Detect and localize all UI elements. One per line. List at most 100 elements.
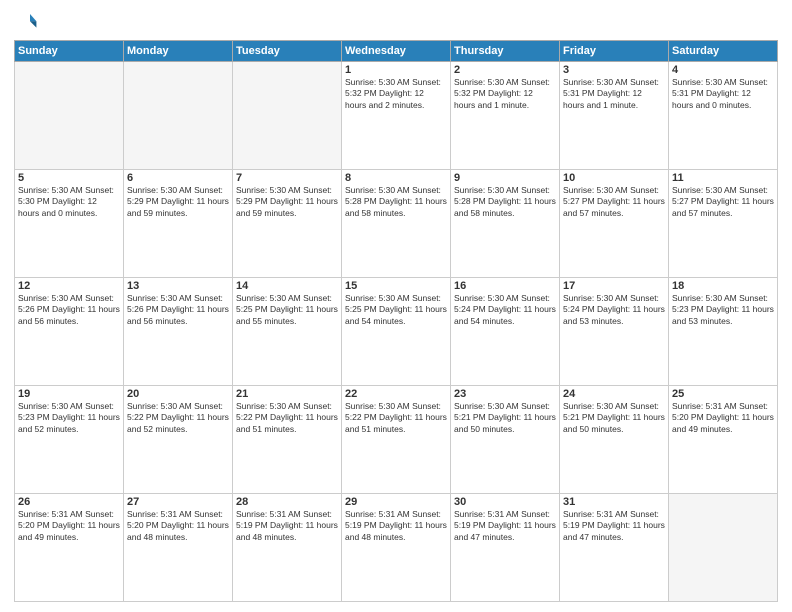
weekday-header: Thursday: [451, 41, 560, 62]
calendar-cell: 19Sunrise: 5:30 AM Sunset: 5:23 PM Dayli…: [15, 386, 124, 494]
day-info: Sunrise: 5:30 AM Sunset: 5:24 PM Dayligh…: [563, 293, 665, 327]
day-info: Sunrise: 5:31 AM Sunset: 5:19 PM Dayligh…: [563, 509, 665, 543]
day-info: Sunrise: 5:30 AM Sunset: 5:32 PM Dayligh…: [454, 77, 556, 111]
day-number: 26: [18, 496, 120, 508]
day-number: 17: [563, 280, 665, 292]
logo: [14, 10, 42, 34]
day-info: Sunrise: 5:30 AM Sunset: 5:29 PM Dayligh…: [127, 185, 229, 219]
day-info: Sunrise: 5:30 AM Sunset: 5:21 PM Dayligh…: [454, 401, 556, 435]
calendar-cell: 16Sunrise: 5:30 AM Sunset: 5:24 PM Dayli…: [451, 278, 560, 386]
day-info: Sunrise: 5:30 AM Sunset: 5:27 PM Dayligh…: [563, 185, 665, 219]
day-number: 12: [18, 280, 120, 292]
day-number: 14: [236, 280, 338, 292]
day-info: Sunrise: 5:30 AM Sunset: 5:22 PM Dayligh…: [127, 401, 229, 435]
calendar-cell: 18Sunrise: 5:30 AM Sunset: 5:23 PM Dayli…: [669, 278, 778, 386]
calendar-cell: 7Sunrise: 5:30 AM Sunset: 5:29 PM Daylig…: [233, 170, 342, 278]
day-info: Sunrise: 5:30 AM Sunset: 5:27 PM Dayligh…: [672, 185, 774, 219]
calendar-cell: 6Sunrise: 5:30 AM Sunset: 5:29 PM Daylig…: [124, 170, 233, 278]
calendar-cell: 30Sunrise: 5:31 AM Sunset: 5:19 PM Dayli…: [451, 494, 560, 602]
day-info: Sunrise: 5:30 AM Sunset: 5:23 PM Dayligh…: [18, 401, 120, 435]
calendar-cell: 1Sunrise: 5:30 AM Sunset: 5:32 PM Daylig…: [342, 62, 451, 170]
calendar-cell: 29Sunrise: 5:31 AM Sunset: 5:19 PM Dayli…: [342, 494, 451, 602]
day-number: 6: [127, 172, 229, 184]
calendar-cell: [124, 62, 233, 170]
day-number: 20: [127, 388, 229, 400]
calendar-cell: 31Sunrise: 5:31 AM Sunset: 5:19 PM Dayli…: [560, 494, 669, 602]
day-info: Sunrise: 5:30 AM Sunset: 5:23 PM Dayligh…: [672, 293, 774, 327]
day-number: 1: [345, 64, 447, 76]
calendar-cell: 23Sunrise: 5:30 AM Sunset: 5:21 PM Dayli…: [451, 386, 560, 494]
day-info: Sunrise: 5:31 AM Sunset: 5:20 PM Dayligh…: [18, 509, 120, 543]
day-info: Sunrise: 5:31 AM Sunset: 5:19 PM Dayligh…: [345, 509, 447, 543]
day-info: Sunrise: 5:30 AM Sunset: 5:21 PM Dayligh…: [563, 401, 665, 435]
calendar-cell: 9Sunrise: 5:30 AM Sunset: 5:28 PM Daylig…: [451, 170, 560, 278]
day-number: 9: [454, 172, 556, 184]
day-number: 8: [345, 172, 447, 184]
day-number: 13: [127, 280, 229, 292]
day-number: 4: [672, 64, 774, 76]
day-info: Sunrise: 5:31 AM Sunset: 5:19 PM Dayligh…: [236, 509, 338, 543]
calendar-cell: 8Sunrise: 5:30 AM Sunset: 5:28 PM Daylig…: [342, 170, 451, 278]
day-info: Sunrise: 5:30 AM Sunset: 5:28 PM Dayligh…: [345, 185, 447, 219]
day-info: Sunrise: 5:30 AM Sunset: 5:25 PM Dayligh…: [345, 293, 447, 327]
day-info: Sunrise: 5:30 AM Sunset: 5:22 PM Dayligh…: [345, 401, 447, 435]
day-number: 31: [563, 496, 665, 508]
calendar-cell: 2Sunrise: 5:30 AM Sunset: 5:32 PM Daylig…: [451, 62, 560, 170]
calendar-cell: 24Sunrise: 5:30 AM Sunset: 5:21 PM Dayli…: [560, 386, 669, 494]
day-number: 23: [454, 388, 556, 400]
day-info: Sunrise: 5:31 AM Sunset: 5:20 PM Dayligh…: [672, 401, 774, 435]
logo-icon: [14, 10, 38, 34]
calendar-cell: 22Sunrise: 5:30 AM Sunset: 5:22 PM Dayli…: [342, 386, 451, 494]
weekday-header: Saturday: [669, 41, 778, 62]
calendar-cell: 20Sunrise: 5:30 AM Sunset: 5:22 PM Dayli…: [124, 386, 233, 494]
day-info: Sunrise: 5:30 AM Sunset: 5:32 PM Dayligh…: [345, 77, 447, 111]
weekday-header: Monday: [124, 41, 233, 62]
day-number: 7: [236, 172, 338, 184]
day-number: 19: [18, 388, 120, 400]
day-number: 30: [454, 496, 556, 508]
calendar-cell: 4Sunrise: 5:30 AM Sunset: 5:31 PM Daylig…: [669, 62, 778, 170]
calendar-cell: 3Sunrise: 5:30 AM Sunset: 5:31 PM Daylig…: [560, 62, 669, 170]
header: [14, 10, 778, 34]
weekday-header: Friday: [560, 41, 669, 62]
calendar-cell: 21Sunrise: 5:30 AM Sunset: 5:22 PM Dayli…: [233, 386, 342, 494]
day-number: 29: [345, 496, 447, 508]
day-info: Sunrise: 5:30 AM Sunset: 5:25 PM Dayligh…: [236, 293, 338, 327]
calendar-cell: 17Sunrise: 5:30 AM Sunset: 5:24 PM Dayli…: [560, 278, 669, 386]
calendar-cell: 12Sunrise: 5:30 AM Sunset: 5:26 PM Dayli…: [15, 278, 124, 386]
calendar-table: SundayMondayTuesdayWednesdayThursdayFrid…: [14, 40, 778, 602]
calendar-cell: 11Sunrise: 5:30 AM Sunset: 5:27 PM Dayli…: [669, 170, 778, 278]
weekday-header: Tuesday: [233, 41, 342, 62]
day-info: Sunrise: 5:30 AM Sunset: 5:31 PM Dayligh…: [563, 77, 665, 111]
calendar-cell: 26Sunrise: 5:31 AM Sunset: 5:20 PM Dayli…: [15, 494, 124, 602]
day-number: 27: [127, 496, 229, 508]
day-number: 11: [672, 172, 774, 184]
calendar-cell: 14Sunrise: 5:30 AM Sunset: 5:25 PM Dayli…: [233, 278, 342, 386]
day-info: Sunrise: 5:30 AM Sunset: 5:24 PM Dayligh…: [454, 293, 556, 327]
page: SundayMondayTuesdayWednesdayThursdayFrid…: [0, 0, 792, 612]
day-number: 22: [345, 388, 447, 400]
day-info: Sunrise: 5:30 AM Sunset: 5:26 PM Dayligh…: [18, 293, 120, 327]
day-info: Sunrise: 5:30 AM Sunset: 5:26 PM Dayligh…: [127, 293, 229, 327]
day-number: 28: [236, 496, 338, 508]
calendar-cell: 13Sunrise: 5:30 AM Sunset: 5:26 PM Dayli…: [124, 278, 233, 386]
calendar-cell: 25Sunrise: 5:31 AM Sunset: 5:20 PM Dayli…: [669, 386, 778, 494]
day-info: Sunrise: 5:30 AM Sunset: 5:31 PM Dayligh…: [672, 77, 774, 111]
day-number: 15: [345, 280, 447, 292]
day-number: 24: [563, 388, 665, 400]
calendar-cell: 27Sunrise: 5:31 AM Sunset: 5:20 PM Dayli…: [124, 494, 233, 602]
day-info: Sunrise: 5:31 AM Sunset: 5:19 PM Dayligh…: [454, 509, 556, 543]
day-number: 18: [672, 280, 774, 292]
calendar-cell: 5Sunrise: 5:30 AM Sunset: 5:30 PM Daylig…: [15, 170, 124, 278]
day-info: Sunrise: 5:31 AM Sunset: 5:20 PM Dayligh…: [127, 509, 229, 543]
weekday-header: Sunday: [15, 41, 124, 62]
weekday-header: Wednesday: [342, 41, 451, 62]
calendar-cell: [15, 62, 124, 170]
day-info: Sunrise: 5:30 AM Sunset: 5:22 PM Dayligh…: [236, 401, 338, 435]
day-number: 10: [563, 172, 665, 184]
calendar-cell: 28Sunrise: 5:31 AM Sunset: 5:19 PM Dayli…: [233, 494, 342, 602]
day-number: 3: [563, 64, 665, 76]
calendar-cell: [233, 62, 342, 170]
day-number: 2: [454, 64, 556, 76]
day-number: 16: [454, 280, 556, 292]
